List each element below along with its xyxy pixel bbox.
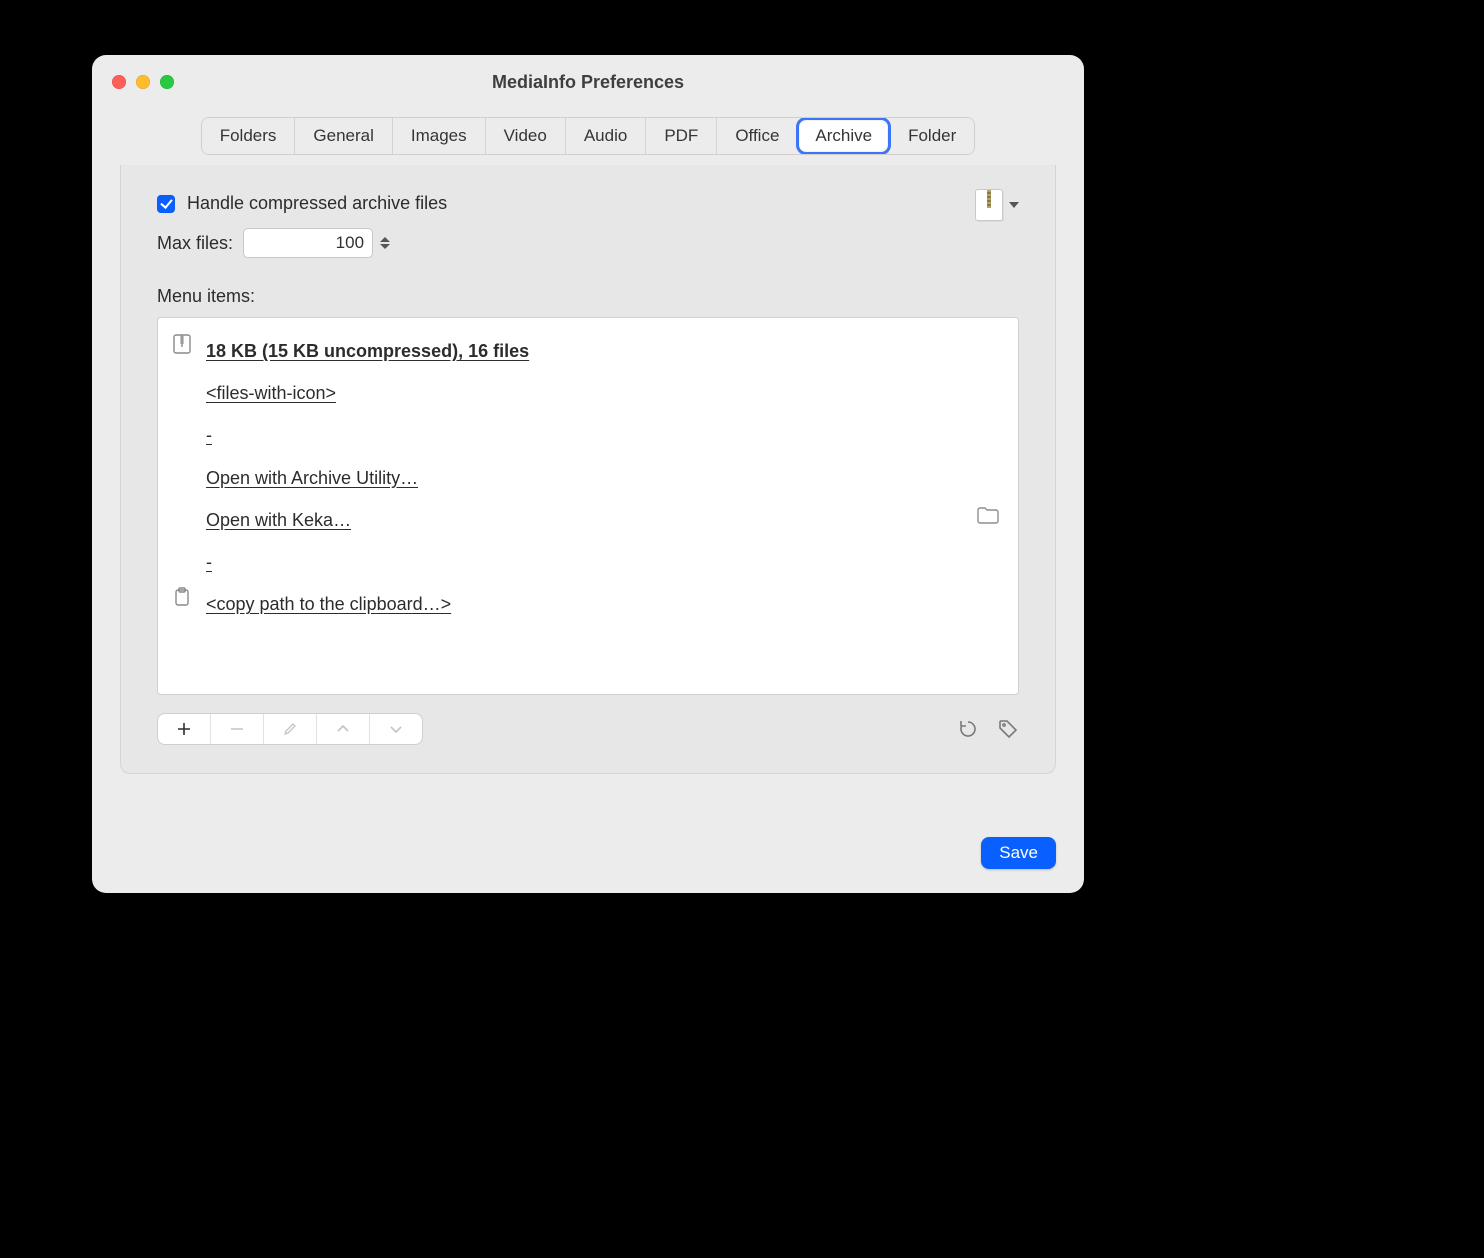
list-item-label: <copy path to the clipboard…> — [206, 587, 451, 621]
tab-audio[interactable]: Audio — [565, 118, 645, 154]
preferences-window: MediaInfo Preferences Folders General Im… — [92, 55, 1084, 893]
window-controls — [112, 75, 174, 89]
save-button[interactable]: Save — [981, 837, 1056, 869]
tab-video[interactable]: Video — [485, 118, 565, 154]
add-item-button[interactable] — [158, 714, 210, 744]
zip-icon — [173, 334, 191, 354]
max-files-input[interactable] — [243, 228, 373, 258]
tab-images[interactable]: Images — [392, 118, 485, 154]
edit-item-button[interactable] — [263, 714, 316, 744]
chevron-down-icon — [1009, 202, 1019, 208]
archive-panel: Handle compressed archive files Max file… — [120, 165, 1056, 774]
clipboard-icon — [173, 587, 191, 607]
reset-button[interactable] — [957, 718, 979, 740]
max-files-stepper — [243, 228, 393, 258]
list-item-label: 18 KB (15 KB uncompressed), 16 files — [206, 334, 529, 368]
tab-general[interactable]: General — [294, 118, 391, 154]
list-item-label: <files-with-icon> — [206, 376, 336, 410]
list-item[interactable]: - — [170, 414, 1004, 456]
tab-folders[interactable]: Folders — [202, 118, 295, 154]
tab-folder[interactable]: Folder — [890, 118, 974, 154]
list-item-label: - — [206, 418, 212, 452]
list-item[interactable]: Open with Archive Utility… — [170, 457, 1004, 499]
stepper-down-button[interactable] — [380, 244, 390, 249]
move-up-button[interactable] — [316, 714, 369, 744]
list-item[interactable]: <files-with-icon> — [170, 372, 1004, 414]
list-edit-toolbar — [157, 713, 423, 745]
list-item-label: Open with Archive Utility… — [206, 461, 418, 495]
list-item[interactable]: Open with Keka… — [170, 499, 1004, 541]
maximize-window-button[interactable] — [160, 75, 174, 89]
tag-button[interactable] — [997, 718, 1019, 740]
stepper-up-button[interactable] — [380, 237, 390, 242]
list-item[interactable]: <copy path to the clipboard…> — [170, 583, 1004, 625]
titlebar: MediaInfo Preferences — [92, 55, 1084, 109]
list-item[interactable]: 18 KB (15 KB uncompressed), 16 files — [170, 330, 1004, 372]
panel-icon-popup[interactable] — [975, 189, 1019, 221]
list-item-label: Open with Keka… — [206, 503, 351, 537]
remove-item-button[interactable] — [210, 714, 263, 744]
minimize-window-button[interactable] — [136, 75, 150, 89]
menu-items-label: Menu items: — [157, 286, 1019, 307]
zip-icon — [975, 189, 1003, 221]
list-item-label: - — [206, 545, 212, 579]
tab-office[interactable]: Office — [716, 118, 797, 154]
tab-archive[interactable]: Archive — [799, 120, 888, 152]
window-title: MediaInfo Preferences — [92, 72, 1084, 93]
close-window-button[interactable] — [112, 75, 126, 89]
handle-archives-label: Handle compressed archive files — [187, 193, 447, 214]
folder-icon — [976, 505, 1000, 525]
move-down-button[interactable] — [369, 714, 422, 744]
handle-archives-checkbox[interactable] — [157, 195, 175, 213]
tab-pdf[interactable]: PDF — [645, 118, 716, 154]
menu-items-list[interactable]: 18 KB (15 KB uncompressed), 16 files <fi… — [157, 317, 1019, 695]
list-item[interactable]: - — [170, 541, 1004, 583]
max-files-label: Max files: — [157, 233, 233, 254]
tabs: Folders General Images Video Audio PDF O… — [201, 117, 976, 155]
